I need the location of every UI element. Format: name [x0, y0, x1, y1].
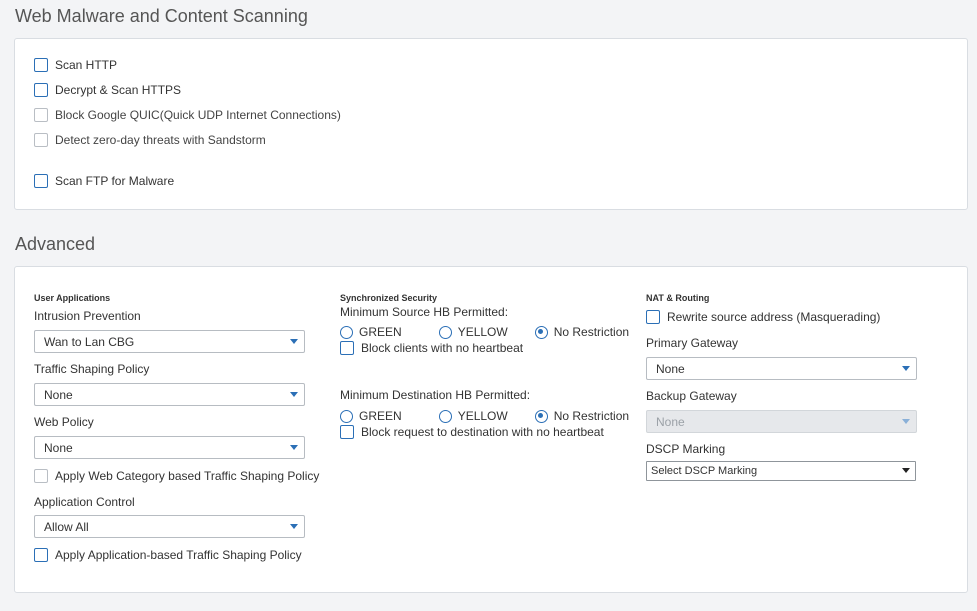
block-clients-option[interactable]: Block clients with no heartbeat: [340, 341, 523, 355]
synchronized-security-heading: Synchronized Security: [340, 293, 438, 303]
radio-source-green[interactable]: GREEN: [340, 325, 402, 339]
radio-dest-green[interactable]: GREEN: [340, 409, 402, 423]
decrypt-scan-https-checkbox[interactable]: [34, 83, 48, 97]
intrusion-prevention-label: Intrusion Prevention: [34, 309, 141, 323]
block-quic-option[interactable]: Block Google QUIC(Quick UDP Internet Con…: [34, 108, 341, 122]
scan-http-label: Scan HTTP: [55, 58, 118, 72]
scan-ftp-option[interactable]: Scan FTP for Malware: [34, 174, 174, 188]
backup-gateway-value: None: [656, 414, 685, 429]
app-shaping-option[interactable]: Apply Application-based Traffic Shaping …: [34, 548, 302, 562]
block-clients-label: Block clients with no heartbeat: [361, 341, 524, 355]
block-quic-label: Block Google QUIC(Quick UDP Internet Con…: [55, 108, 341, 122]
primary-gateway-select[interactable]: None: [646, 357, 917, 380]
chevron-down-icon: [902, 419, 910, 424]
block-clients-checkbox[interactable]: [340, 341, 354, 355]
radio-green-label: GREEN: [359, 409, 402, 423]
radio-source-yellow[interactable]: YELLOW: [438, 325, 508, 339]
traffic-shaping-select[interactable]: None: [34, 383, 305, 406]
radio-dest-no-restriction[interactable]: No Restriction: [534, 409, 630, 423]
intrusion-prevention-value: Wan to Lan CBG: [44, 334, 135, 349]
radio-button[interactable]: [340, 325, 353, 339]
web-policy-value: None: [44, 440, 73, 455]
block-request-option[interactable]: Block request to destination with no hea…: [340, 425, 604, 439]
min-source-hb-radio-group: GREEN YELLOW No Restriction: [340, 325, 652, 339]
radio-button-selected[interactable]: [534, 409, 548, 423]
app-shaping-label: Apply Application-based Traffic Shaping …: [55, 548, 302, 562]
traffic-shaping-value: None: [44, 387, 73, 402]
dscp-marking-select[interactable]: Select DSCP Marking: [646, 461, 916, 481]
min-dest-hb-label: Minimum Destination HB Permitted:: [340, 388, 531, 402]
scanning-panel: Scan HTTP Decrypt & Scan HTTPS Block Goo…: [14, 38, 968, 210]
advanced-panel: User Applications Intrusion Prevention W…: [14, 266, 968, 593]
intrusion-prevention-select[interactable]: Wan to Lan CBG: [34, 330, 305, 353]
backup-gateway-select[interactable]: None: [646, 410, 917, 433]
web-category-shaping-checkbox[interactable]: [34, 469, 48, 483]
web-category-shaping-option[interactable]: Apply Web Category based Traffic Shaping…: [34, 469, 319, 483]
backup-gateway-label: Backup Gateway: [646, 389, 737, 403]
radio-green-label: GREEN: [359, 325, 402, 339]
radio-button[interactable]: [340, 409, 353, 423]
traffic-shaping-label: Traffic Shaping Policy: [34, 362, 150, 376]
radio-dest-yellow[interactable]: YELLOW: [438, 409, 508, 423]
chevron-down-icon: [290, 445, 298, 450]
masquerading-label: Rewrite source address (Masquerading): [667, 310, 881, 324]
scan-ftp-label: Scan FTP for Malware: [55, 174, 175, 188]
decrypt-scan-https-option[interactable]: Decrypt & Scan HTTPS: [34, 83, 181, 97]
dscp-marking-value: Select DSCP Marking: [651, 465, 758, 477]
chevron-down-icon: [290, 524, 298, 529]
user-applications-heading: User Applications: [34, 293, 111, 303]
app-shaping-checkbox[interactable]: [34, 548, 48, 562]
chevron-down-icon: [902, 366, 910, 371]
primary-gateway-label: Primary Gateway: [646, 336, 739, 350]
sandstorm-label: Detect zero-day threats with Sandstorm: [55, 133, 266, 147]
scan-ftp-checkbox[interactable]: [34, 174, 48, 188]
web-category-shaping-label: Apply Web Category based Traffic Shaping…: [55, 469, 320, 483]
min-source-hb-label: Minimum Source HB Permitted:: [340, 305, 509, 319]
web-policy-label: Web Policy: [34, 415, 94, 429]
chevron-down-icon: [290, 392, 298, 397]
radio-button[interactable]: [438, 409, 452, 423]
application-control-value: Allow All: [44, 519, 89, 534]
sandstorm-checkbox[interactable]: [34, 133, 48, 147]
min-dest-hb-radio-group: GREEN YELLOW No Restriction: [340, 409, 652, 423]
radio-none-label: No Restriction: [553, 325, 630, 339]
nat-routing-heading: NAT & Routing: [646, 293, 710, 303]
decrypt-scan-https-label: Decrypt & Scan HTTPS: [55, 83, 182, 97]
scan-http-checkbox[interactable]: [34, 58, 48, 72]
chevron-down-icon: [902, 468, 910, 473]
radio-yellow-label: YELLOW: [457, 409, 508, 423]
scan-http-option[interactable]: Scan HTTP: [34, 58, 117, 72]
chevron-down-icon: [290, 339, 298, 344]
block-request-label: Block request to destination with no hea…: [361, 425, 604, 439]
application-control-select[interactable]: Allow All: [34, 515, 305, 538]
masquerading-checkbox[interactable]: [646, 310, 660, 324]
section-title-scanning: Web Malware and Content Scanning: [15, 6, 308, 26]
radio-button[interactable]: [438, 325, 452, 339]
web-policy-select[interactable]: None: [34, 436, 305, 459]
block-quic-checkbox[interactable]: [34, 108, 48, 122]
application-control-label: Application Control: [34, 495, 135, 509]
block-request-checkbox[interactable]: [340, 425, 354, 439]
dscp-marking-label: DSCP Marking: [646, 442, 726, 456]
primary-gateway-value: None: [656, 361, 685, 376]
masquerading-option[interactable]: Rewrite source address (Masquerading): [646, 310, 880, 324]
radio-button-selected[interactable]: [534, 325, 548, 339]
radio-source-no-restriction[interactable]: No Restriction: [534, 325, 630, 339]
radio-yellow-label: YELLOW: [457, 325, 508, 339]
radio-none-label: No Restriction: [553, 409, 630, 423]
sandstorm-option[interactable]: Detect zero-day threats with Sandstorm: [34, 133, 266, 147]
section-title-advanced: Advanced: [15, 234, 96, 254]
